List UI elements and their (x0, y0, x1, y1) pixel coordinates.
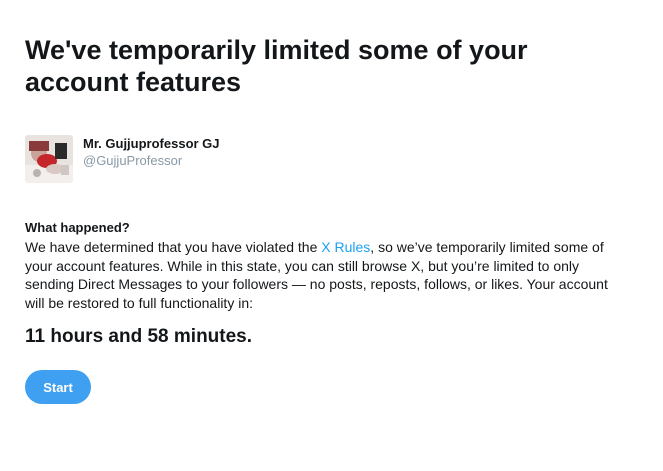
avatar (25, 135, 73, 183)
notice-text-start: We have determined that you have violate… (25, 239, 322, 255)
avatar-image (25, 135, 73, 183)
x-rules-link[interactable]: X Rules (321, 239, 370, 255)
what-happened-heading: What happened? (25, 220, 130, 235)
account-handle: @GujjuProfessor (83, 153, 183, 168)
display-name: Mr. Gujjuprofessor GJ (83, 136, 220, 151)
notice-message: We have determined that you have violate… (25, 238, 625, 312)
restriction-countdown: 11 hours and 58 minutes. (25, 326, 253, 347)
page-title: We've temporarily limited some of your a… (25, 35, 528, 97)
account-card: Mr. Gujjuprofessor GJ @GujjuProfessor (25, 135, 425, 183)
start-button[interactable]: Start (25, 370, 91, 404)
